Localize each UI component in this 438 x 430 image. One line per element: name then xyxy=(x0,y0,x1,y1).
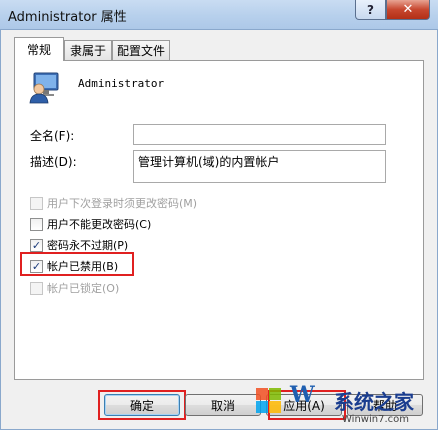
option-account-disabled[interactable]: ✓ 帐户已禁用(B) xyxy=(30,258,118,274)
help-title-button[interactable]: ? xyxy=(355,0,386,20)
option-cannot-change-password[interactable]: 用户不能更改密码(C) xyxy=(30,216,151,232)
window-title: Administrator 属性 xyxy=(8,10,127,25)
checkbox[interactable] xyxy=(30,217,43,231)
ok-button[interactable]: 确定 xyxy=(104,394,180,416)
option-label: 用户下次登录时须更改密码(M) xyxy=(47,197,198,210)
checkbox[interactable] xyxy=(30,196,43,210)
close-icon: ✕ xyxy=(402,2,414,17)
help-icon: ? xyxy=(367,2,374,17)
watermark-logo: W xyxy=(290,382,315,408)
checkbox-checked[interactable]: ✓ xyxy=(30,238,43,252)
watermark: W 系统之家 Winwin7.com xyxy=(250,378,438,430)
watermark-url: Winwin7.com xyxy=(342,414,409,425)
tab-general[interactable]: 常规 xyxy=(14,37,64,61)
close-button[interactable]: ✕ xyxy=(386,0,430,20)
checkbox[interactable] xyxy=(30,281,43,295)
tab-member-of[interactable]: 隶属于 xyxy=(64,40,112,60)
option-label: 用户不能更改密码(C) xyxy=(47,218,152,231)
tab-profile[interactable]: 配置文件 xyxy=(112,40,170,60)
option-label: 帐户已禁用(B) xyxy=(47,260,119,273)
option-label: 帐户已锁定(O) xyxy=(47,282,120,295)
description-field[interactable]: 管理计算机(域)的内置帐户 xyxy=(133,150,386,183)
option-account-locked[interactable]: 帐户已锁定(O) xyxy=(30,280,119,296)
option-password-never-expires[interactable]: ✓ 密码永不过期(P) xyxy=(30,237,128,253)
separator xyxy=(28,110,386,111)
user-account-icon xyxy=(28,70,64,104)
option-label: 密码永不过期(P) xyxy=(47,239,129,252)
checkbox-checked[interactable]: ✓ xyxy=(30,259,43,273)
watermark-site-name: 系统之家 xyxy=(334,390,414,414)
fullname-label: 全名(F): xyxy=(30,129,75,143)
fullname-field[interactable] xyxy=(133,124,386,145)
user-name: Administrator xyxy=(78,77,165,90)
description-label: 描述(D): xyxy=(30,155,77,169)
option-must-change-password[interactable]: 用户下次登录时须更改密码(M) xyxy=(30,195,197,211)
